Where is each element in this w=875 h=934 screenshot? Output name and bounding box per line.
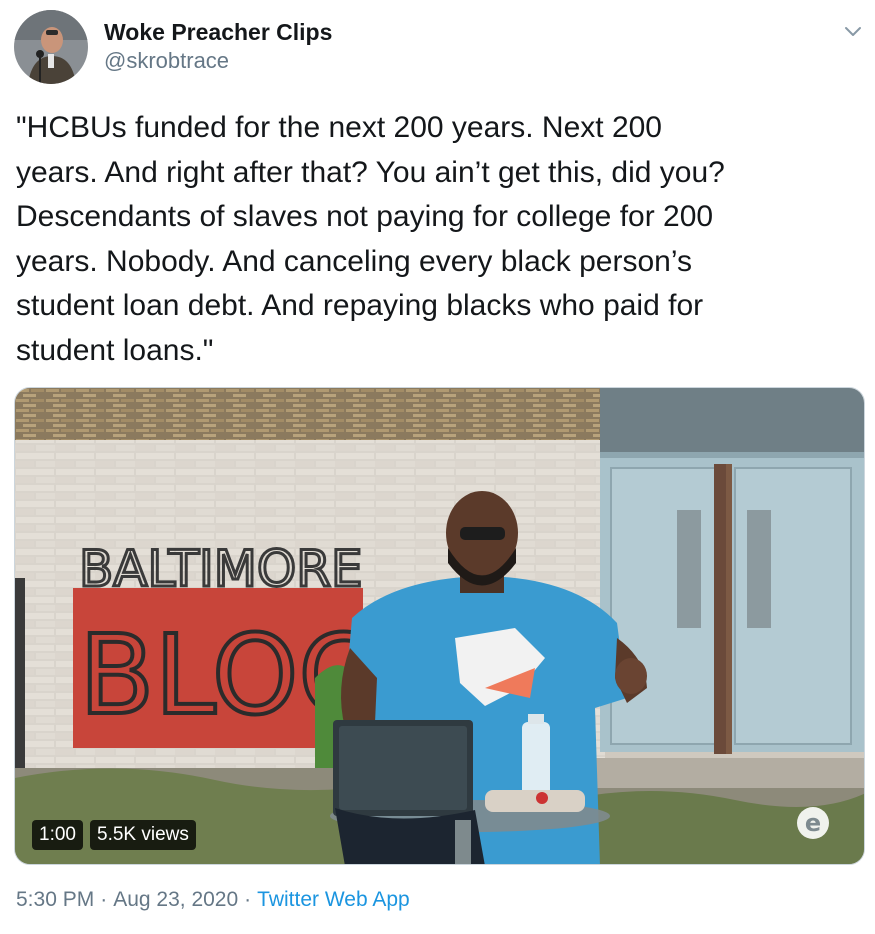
tweet-time[interactable]: 5:30 PM [16,888,94,911]
tweet-date[interactable]: Aug 23, 2020 [113,888,238,911]
author-avatar[interactable] [14,10,88,84]
tweet-source-link[interactable]: Twitter Web App [257,888,410,911]
video-thumbnail: BALTIMORE BLOCK [15,388,864,864]
tweet-text-line: "HCBUs funded for the next 200 years. Ne… [16,111,662,144]
tweet-text-line: years. And right after that? You ain’t g… [16,155,725,189]
video-views-badge: 5.5K views [90,820,196,850]
tweet-card: Woke Preacher Clips @skrobtrace "HCBUs f… [0,0,875,934]
avatar-photo-icon [14,10,88,84]
tweet-text-line: Descendants of slaves not paying for col… [16,200,714,233]
video-player[interactable]: BALTIMORE BLOCK [14,387,865,865]
tweet-meta: 5:30 PM · Aug 23, 2020 · Twitter Web App [16,888,410,912]
author-handle[interactable]: @skrobtrace [104,48,229,74]
tweet-text-line: years. Nobody. And canceling every black… [16,244,692,278]
tweet-text-line: student loan debt. And repaying blacks w… [16,289,704,322]
video-duration-badge: 1:00 [32,820,83,850]
channel-watermark-icon: e [796,806,830,840]
tweet-text: "HCBUs funded for the next 200 years. Ne… [16,106,866,373]
chevron-down-icon[interactable] [839,18,867,46]
meta-separator: · [100,888,108,911]
author-display-name[interactable]: Woke Preacher Clips [104,19,332,46]
tweet-text-line: student loans." [16,333,214,367]
watermark-letter: e [805,809,821,837]
meta-separator: · [244,888,252,911]
